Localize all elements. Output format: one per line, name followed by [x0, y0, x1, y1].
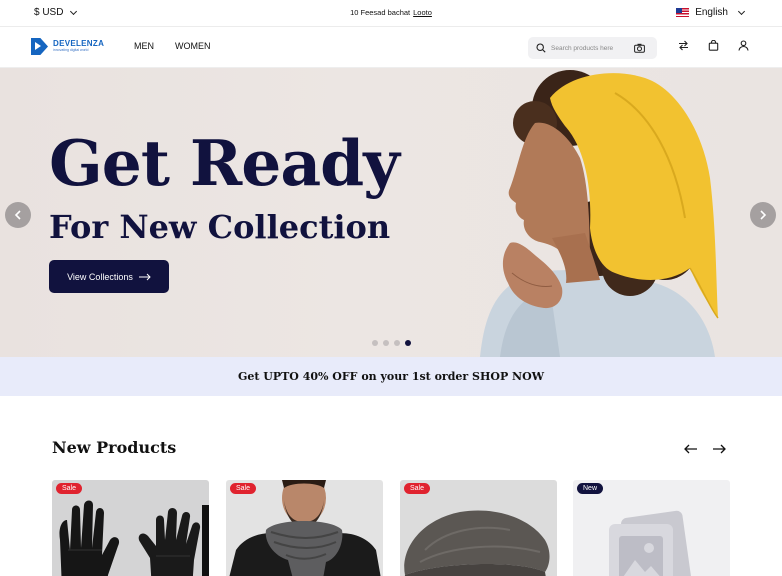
- carousel-arrows: [684, 441, 726, 459]
- image-placeholder-icon: [609, 510, 691, 576]
- chevron-right-icon: [760, 210, 767, 220]
- language-label: English: [695, 7, 728, 18]
- carousel-next-button[interactable]: [712, 441, 726, 459]
- leather-gloves-image: [59, 500, 209, 576]
- product-card[interactable]: Sale: [400, 480, 557, 576]
- logo-tagline: innovating digital world: [53, 48, 89, 52]
- arrow-left-icon: [684, 444, 697, 454]
- chevron-left-icon: [14, 210, 21, 220]
- nav-item-women[interactable]: WOMEN: [175, 41, 211, 51]
- hero-banner: Get Ready For New Collection View Collec…: [0, 68, 782, 357]
- sale-badge: Sale: [230, 483, 257, 494]
- top-bar: $ USD 10 Feesad bachat Looto English: [0, 0, 782, 27]
- knit-scarf-image: [229, 480, 381, 576]
- arrow-right-icon: [713, 444, 726, 454]
- section-title: New Products: [52, 438, 177, 457]
- product-card[interactable]: Sale: [52, 480, 209, 576]
- main-header: DEVELENZA innovating digital world MEN W…: [0, 27, 782, 68]
- promo-text: 10 Feesad bachat Looto: [0, 8, 782, 17]
- slide-dot-active[interactable]: [405, 340, 411, 346]
- main-nav: MEN WOMEN: [134, 41, 211, 51]
- beanie-hat-image: [404, 510, 550, 576]
- compare-icon[interactable]: [678, 40, 689, 51]
- sale-badge: Sale: [56, 483, 83, 494]
- promo-link[interactable]: Looto: [413, 8, 432, 17]
- slide-dot[interactable]: [383, 340, 389, 346]
- hero-title: Get Ready: [49, 126, 400, 200]
- camera-icon[interactable]: [634, 43, 645, 53]
- view-collections-button[interactable]: View Collections: [49, 260, 169, 293]
- user-icon[interactable]: [738, 40, 749, 51]
- logo-mark-icon: [31, 38, 48, 55]
- search-icon[interactable]: [536, 43, 546, 53]
- sale-badge: Sale: [404, 483, 431, 494]
- offer-strip[interactable]: Get UPTO 40% OFF on your 1st order SHOP …: [0, 357, 782, 396]
- new-badge: New: [577, 483, 604, 494]
- view-collections-label: View Collections: [67, 271, 133, 282]
- offer-text: Get UPTO 40% OFF on your 1st order SHOP …: [237, 370, 545, 383]
- chevron-down-icon: [737, 7, 746, 15]
- us-flag-icon: [676, 8, 690, 17]
- product-card[interactable]: New: [573, 480, 730, 576]
- nav-item-men[interactable]: MEN: [134, 41, 154, 51]
- carousel-prev-button[interactable]: [684, 441, 698, 459]
- language-selector[interactable]: English: [676, 7, 746, 18]
- arrow-right-icon: [138, 273, 151, 280]
- hero-slide-dots: [372, 340, 411, 346]
- slide-dot[interactable]: [372, 340, 378, 346]
- product-card[interactable]: Sale: [226, 480, 383, 576]
- promo-message: 10 Feesad bachat: [350, 8, 411, 17]
- slide-dot[interactable]: [394, 340, 400, 346]
- hero-next-button[interactable]: [750, 202, 776, 228]
- hero-model-image: [480, 70, 719, 357]
- shopping-bag-icon[interactable]: [708, 40, 719, 51]
- search-bar: [528, 37, 657, 59]
- hero-subtitle: For New Collection: [49, 208, 391, 246]
- logo-name: DEVELENZA: [53, 39, 105, 48]
- logo[interactable]: DEVELENZA innovating digital world: [31, 38, 104, 55]
- hero-prev-button[interactable]: [5, 202, 31, 228]
- search-input[interactable]: [551, 42, 629, 54]
